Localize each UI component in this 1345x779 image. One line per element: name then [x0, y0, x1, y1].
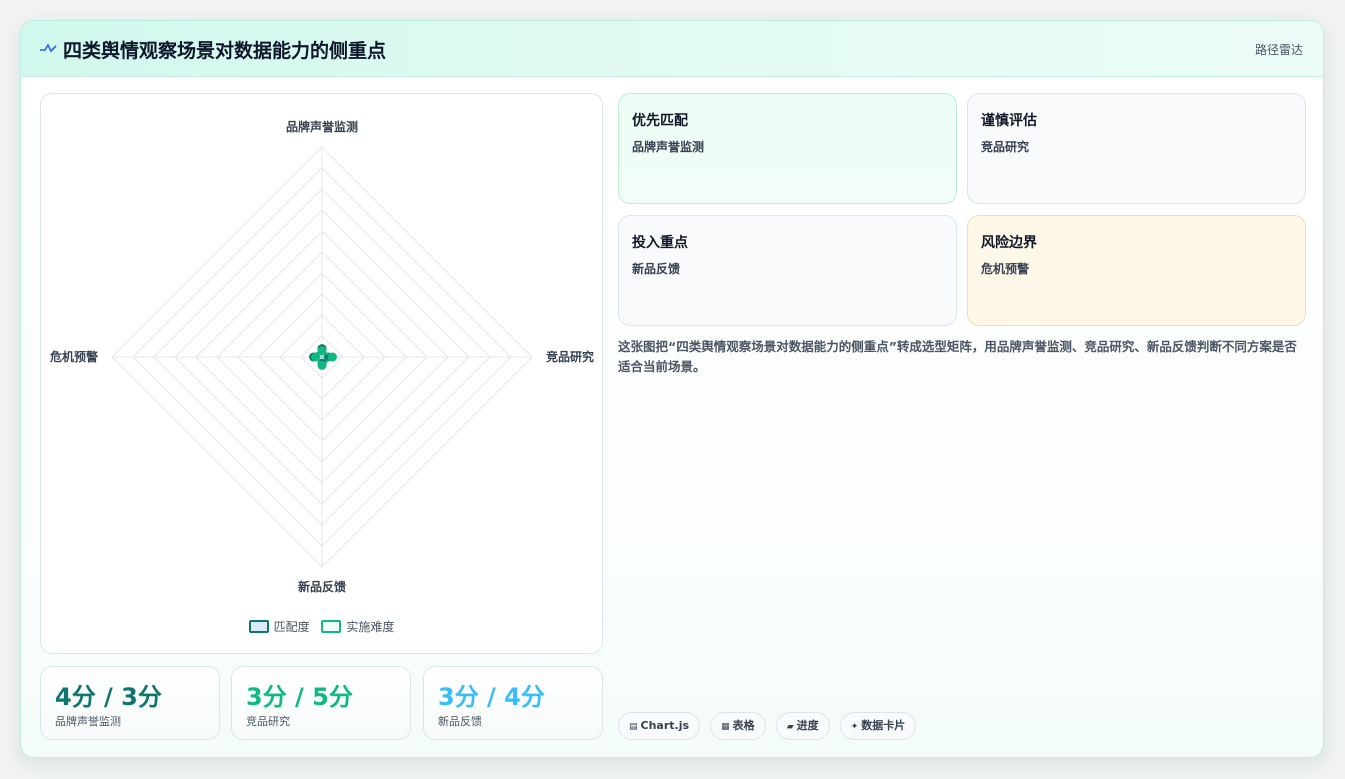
card-title: 优先匹配 [632, 113, 688, 129]
sparkle-icon: ✦ [850, 722, 859, 732]
card-investment-focus: 投入重点 新品反馈 [618, 215, 957, 326]
card-risk-boundary: 风险边界 危机预警 [967, 215, 1306, 326]
stat-label: 品牌声誉监测 [55, 715, 121, 728]
chip-label: 进度 [796, 719, 819, 732]
legend-swatch-difficulty [321, 620, 342, 633]
chip-label: 数据卡片 [861, 719, 906, 732]
card-title: 谨慎评估 [981, 113, 1037, 129]
stat-card-brand: 4分 / 3分 品牌声誉监测 [40, 666, 220, 740]
legend-swatch-match [248, 620, 269, 633]
radar-axis-label: 危机预警 [49, 349, 98, 364]
radar-point [317, 360, 327, 370]
stat-label: 竞品研究 [246, 715, 290, 728]
pulse-icon [40, 43, 57, 53]
chip-progress[interactable]: ▰ 进度 [775, 712, 830, 740]
radar-chart: 品牌声誉监测竞品研究新品反馈 危机预警 [49, 119, 594, 594]
chip-label: 表格 [732, 719, 755, 732]
table-icon: ▦ [721, 722, 730, 732]
legend-item-difficulty[interactable]: 实施难度 [321, 618, 394, 635]
radar-axis-label: 品牌声誉监测 [286, 119, 358, 134]
card-value: 新品反馈 [632, 262, 681, 276]
card-value: 危机预警 [981, 262, 1030, 276]
radar-chart-panel: 品牌声誉监测竞品研究新品反馈 危机预警 匹配度 实施难度 [40, 93, 603, 654]
card-title: 风险边界 [981, 235, 1037, 251]
radar-axis-label: 新品反馈 [298, 579, 346, 594]
card-priority-match: 优先匹配 品牌声誉监测 [618, 93, 957, 204]
main-card: 四类舆情观察场景对数据能力的侧重点 路径雷达 品牌声誉监测 竞品研究 新品反馈 危机预… [20, 20, 1324, 758]
radar-point [328, 352, 337, 362]
page-title: 四类舆情观察场景对数据能力的侧重点 [63, 40, 387, 62]
stat-card-newproduct: 3分 / 4分 新品反馈 [423, 666, 603, 740]
stat-value: 3分 / 5分 [246, 683, 353, 711]
card-title: 投入重点 [632, 235, 688, 251]
radar-axis-label: 竞品研究 [546, 349, 594, 364]
chip-datacard[interactable]: ✦ 数据卡片 [839, 712, 917, 740]
chip-table[interactable]: ▦ 表格 [710, 712, 766, 740]
description-text: 这张图把“四类舆情观察场景对数据能力的侧重点”转成选型矩阵，用品牌声誉监测、竞品… [618, 339, 1297, 374]
legend-item-match[interactable]: 匹配度 [248, 618, 310, 635]
legend-label-match: 匹配度 [273, 620, 310, 634]
chart-icon: ▤ [629, 722, 638, 732]
stat-label: 新品反馈 [438, 715, 482, 728]
card-careful-eval: 谨慎评估 竞品研究 [967, 93, 1306, 204]
stat-card-competitor: 3分 / 5分 竞品研究 [231, 666, 411, 740]
chart-type-label: 路径雷达 [1254, 43, 1303, 57]
stat-value: 4分 / 3分 [55, 683, 162, 711]
legend-label-difficulty: 实施难度 [346, 620, 395, 634]
chip-chartjs[interactable]: ▤ Chart.js [618, 712, 701, 740]
card-value: 品牌声誉监测 [632, 140, 705, 154]
chart-legend: 匹配度 实施难度 [41, 618, 602, 635]
progress-icon: ▰ [786, 722, 794, 732]
chip-label: Chart.js [640, 719, 690, 732]
radar-point [311, 352, 321, 362]
card-value: 竞品研究 [981, 140, 1030, 154]
stat-value: 3分 / 4分 [438, 683, 545, 711]
header-bar: 四类舆情观察场景对数据能力的侧重点 路径雷达 [21, 21, 1323, 77]
tech-chip-row: ▤ Chart.js ▦ 表格 ▰ 进度 ✦ 数据卡片 [618, 712, 921, 740]
